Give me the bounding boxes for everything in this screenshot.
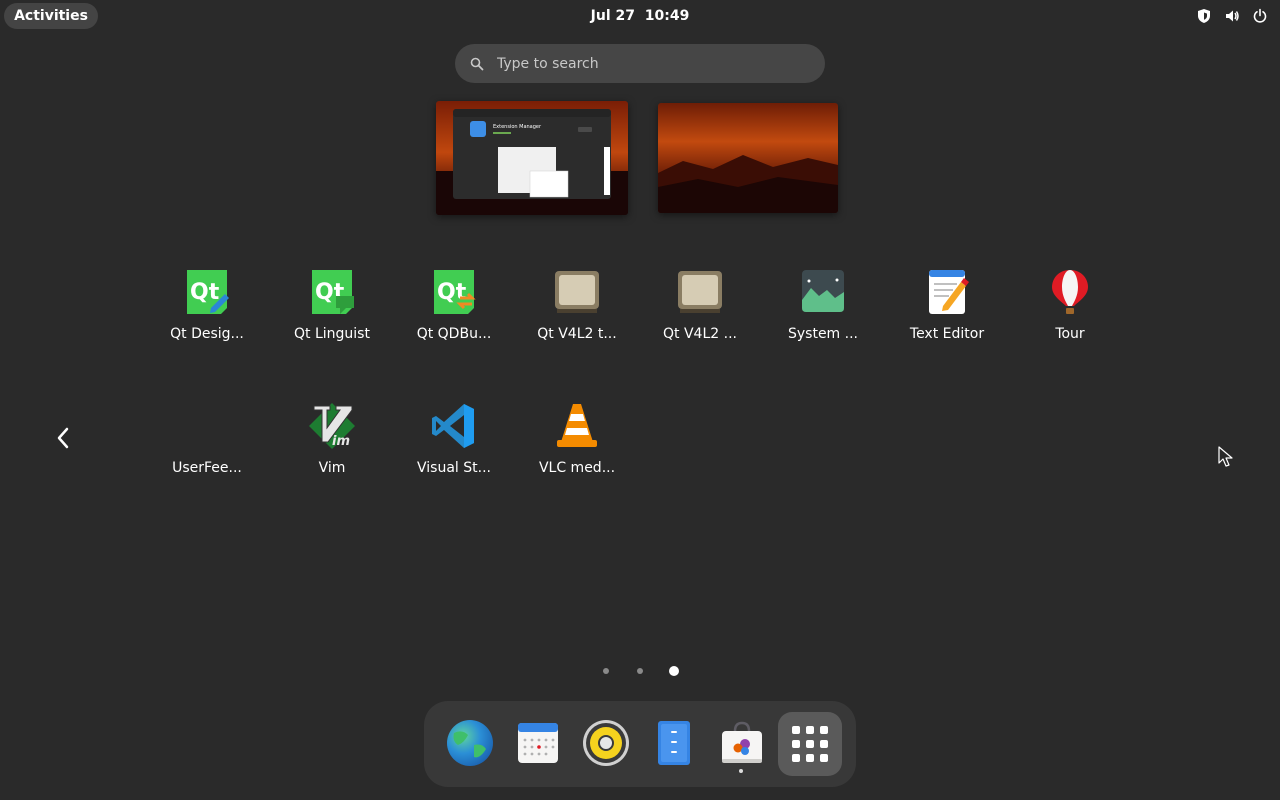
vscode-icon bbox=[432, 404, 474, 448]
app-text-editor[interactable]: Text Editor bbox=[892, 268, 1002, 378]
dock-software[interactable] bbox=[714, 715, 770, 771]
app-label: Qt Desig... bbox=[170, 326, 244, 342]
dock-files[interactable] bbox=[646, 715, 702, 771]
vim-icon: im bbox=[309, 403, 355, 449]
app-label: System ... bbox=[787, 326, 858, 342]
files-icon bbox=[658, 721, 690, 765]
app-label: Qt V4L2 ... bbox=[663, 326, 737, 342]
window-title: Extension Manager bbox=[493, 124, 542, 130]
app-tour[interactable]: Tour bbox=[1015, 268, 1125, 378]
dock-calendar[interactable] bbox=[510, 715, 566, 771]
workspace-thumbnail-1[interactable]: Extension Manager bbox=[436, 101, 628, 215]
shield-icon bbox=[1198, 9, 1210, 23]
qt-v4l2-test-icon bbox=[555, 271, 599, 313]
globe-icon bbox=[447, 720, 493, 766]
dock-web-browser[interactable] bbox=[442, 715, 498, 771]
show-apps-button[interactable] bbox=[778, 712, 842, 776]
search-input[interactable] bbox=[495, 44, 815, 83]
app-label: Qt V4L2 t... bbox=[537, 326, 617, 342]
vlc-icon bbox=[557, 404, 597, 447]
qt-designer-icon: Qt bbox=[187, 270, 229, 314]
calendar-icon bbox=[518, 723, 558, 763]
page-dot-2[interactable] bbox=[637, 668, 643, 674]
app-label: Qt Linguist bbox=[294, 326, 370, 342]
app-vim[interactable]: im Vim bbox=[277, 402, 387, 512]
app-label: UserFee... bbox=[172, 460, 242, 476]
volume-icon bbox=[1226, 10, 1239, 22]
app-qt-linguist[interactable]: Qt Qt Linguist bbox=[277, 268, 387, 378]
clock-date: Jul 27 bbox=[590, 8, 635, 24]
qt-v4l2-icon bbox=[678, 271, 722, 313]
qt-linguist-icon: Qt bbox=[312, 270, 354, 314]
app-label: Visual St... bbox=[417, 460, 491, 476]
qt-qdbusviewer-icon: Qt bbox=[434, 270, 476, 314]
clock-time: 10:49 bbox=[644, 8, 690, 24]
app-system-monitor[interactable]: System ... bbox=[768, 268, 878, 378]
app-label: Tour bbox=[1055, 326, 1085, 342]
app-qt-v4l2[interactable]: Qt V4L2 ... bbox=[645, 268, 755, 378]
mouse-cursor-icon bbox=[1218, 446, 1233, 467]
clock: Jul 27 10:49 bbox=[0, 0, 1280, 32]
app-label: Qt QDBu... bbox=[416, 326, 492, 342]
svg-text:Qt: Qt bbox=[437, 280, 467, 305]
dock-rhythmbox[interactable] bbox=[578, 715, 634, 771]
power-icon bbox=[1253, 8, 1267, 23]
page-indicators bbox=[0, 665, 1280, 677]
system-monitor-icon bbox=[802, 270, 844, 312]
previous-page-button[interactable] bbox=[50, 424, 76, 452]
svg-text:Qt: Qt bbox=[190, 280, 220, 305]
puzzle-icon bbox=[470, 121, 486, 137]
speaker-icon bbox=[583, 720, 629, 766]
app-vlc[interactable]: VLC med... bbox=[522, 402, 632, 512]
software-bag-icon bbox=[722, 721, 762, 763]
app-qt-qdbusviewer[interactable]: Qt Qt QDBu... bbox=[399, 268, 509, 378]
app-label: VLC med... bbox=[538, 460, 616, 476]
chevron-left-icon bbox=[57, 427, 69, 449]
userfeedback-icon bbox=[183, 402, 231, 450]
running-indicator bbox=[739, 769, 743, 773]
text-editor-icon bbox=[929, 270, 969, 314]
app-vscode[interactable]: Visual St... bbox=[399, 402, 509, 512]
app-userfeedback[interactable]: UserFee... bbox=[152, 402, 262, 512]
workspace-thumbnail-2[interactable] bbox=[658, 103, 838, 213]
activities-button[interactable]: Activities bbox=[4, 3, 98, 29]
app-qt-designer[interactable]: Qt Qt Desig... bbox=[152, 268, 262, 378]
page-dot-3-active[interactable] bbox=[669, 666, 679, 676]
app-grid-icon bbox=[792, 726, 828, 762]
page-dot-1[interactable] bbox=[603, 668, 609, 674]
app-label: Vim bbox=[318, 460, 346, 476]
svg-text:im: im bbox=[332, 434, 350, 449]
app-qt-v4l2-test[interactable]: Qt V4L2 t... bbox=[522, 268, 632, 378]
app-label: Text Editor bbox=[909, 326, 985, 342]
system-status-area[interactable] bbox=[1196, 6, 1268, 26]
top-bar: Activities Jul 27 10:49 bbox=[0, 0, 1280, 32]
search-entry[interactable] bbox=[455, 44, 825, 83]
clock-button[interactable]: Jul 27 10:49 bbox=[591, 8, 690, 24]
tour-balloon-icon bbox=[1052, 270, 1088, 314]
search-icon bbox=[470, 57, 484, 71]
